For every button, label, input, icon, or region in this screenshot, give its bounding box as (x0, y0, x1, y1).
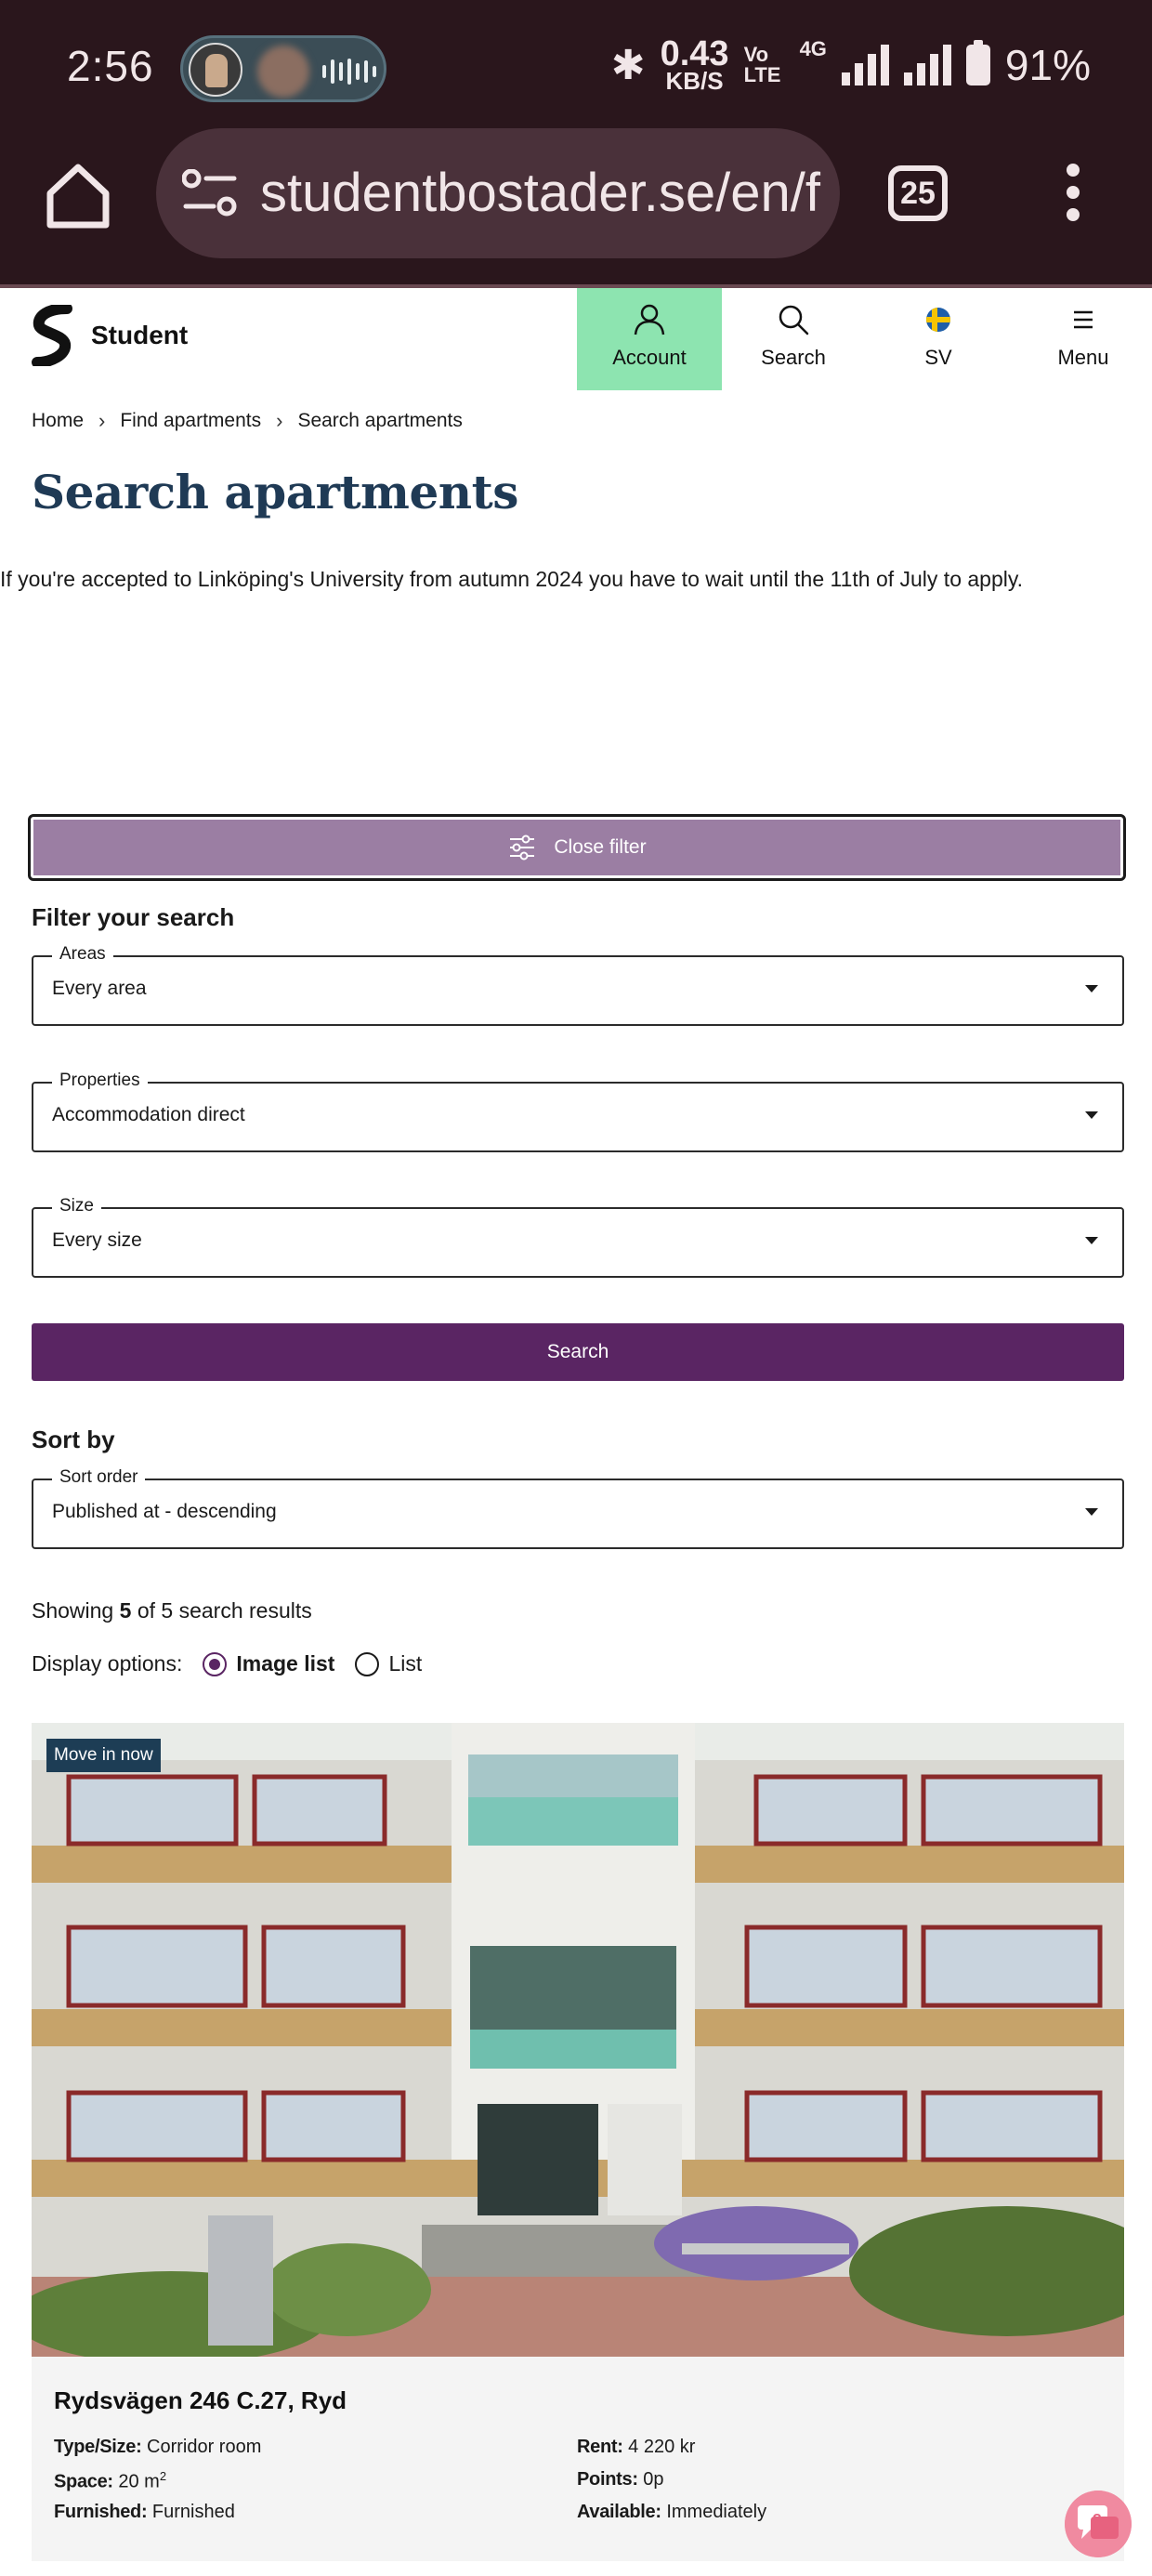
breadcrumb: Home › Find apartments › Search apartmen… (32, 409, 463, 433)
search-button[interactable]: Search (32, 1323, 1124, 1381)
caret-down-icon (1085, 1111, 1098, 1119)
media-avatar-secondary-icon (257, 46, 309, 98)
listing-title[interactable]: Rydsvägen 246 C.27, Ryd (54, 2386, 347, 2415)
detail-type: Type/Size: Corridor room (54, 2437, 262, 2457)
move-in-now-badge: Move in now (46, 1739, 161, 1772)
logo-mark-icon (32, 305, 72, 366)
areas-value: Every area (52, 978, 147, 999)
network-speed: 0.43 KB/S (660, 34, 729, 95)
sort-order-select[interactable]: Sort order Published at - descending (32, 1467, 1124, 1549)
nav-search-label: Search (761, 346, 826, 369)
tune-icon[interactable] (182, 169, 238, 217)
search-icon (779, 305, 809, 335)
url-text[interactable]: studentbostader.se/en/find-apartments (260, 164, 821, 223)
caret-down-icon (1085, 985, 1098, 992)
display-options: Display options: Image list List (32, 1651, 422, 1676)
detail-rent: Rent: 4 220 kr (577, 2437, 696, 2457)
caret-down-icon (1085, 1508, 1098, 1516)
tab-switcher-button[interactable]: 25 (888, 165, 948, 221)
radio-unselected-icon[interactable] (355, 1651, 380, 1676)
sort-heading: Sort by (32, 1426, 115, 1453)
battery-percent: 91% (1004, 41, 1091, 89)
detail-furnished: Furnished: Furnished (54, 2502, 235, 2522)
bluetooth-icon: ✱ (610, 42, 646, 88)
home-icon[interactable] (41, 158, 115, 232)
breadcrumb-find-apartments[interactable]: Find apartments (120, 410, 261, 432)
caret-down-icon (1085, 1237, 1098, 1244)
media-playback-pill[interactable] (180, 35, 386, 102)
hamburger-icon (1074, 310, 1093, 329)
listing-photo[interactable] (32, 1723, 1124, 2357)
sliders-icon (510, 835, 535, 861)
android-status-and-browser-bar: 2:56 ✱ 0.43 KB/S Vo LTE 4G 91% studentbo… (0, 0, 1152, 286)
battery-icon (965, 40, 990, 85)
volte-badge: Vo LTE (743, 43, 781, 86)
media-avatar-icon (189, 43, 242, 97)
radio-selected-icon[interactable] (203, 1651, 228, 1676)
application-notice: If you're accepted to Linköping's Univer… (0, 567, 1024, 591)
detail-available: Available: Immediately (577, 2502, 767, 2522)
site-logo[interactable]: Student (30, 305, 188, 366)
properties-value: Accommodation direct (52, 1104, 245, 1125)
nav-account-label: Account (612, 346, 687, 369)
properties-label: Properties (52, 1071, 148, 1091)
areas-label: Areas (52, 944, 113, 965)
sort-order-value: Published at - descending (52, 1501, 277, 1522)
size-label: Size (52, 1196, 101, 1216)
nav-menu-label: Menu (1057, 346, 1109, 369)
size-select[interactable]: Size Every size (32, 1196, 1124, 1278)
display-option-list[interactable]: List (355, 1651, 422, 1676)
display-option-image-list[interactable]: Image list (203, 1651, 334, 1676)
chevron-right-icon: › (276, 409, 283, 432)
page-title: Search apartments (32, 465, 518, 519)
status-time: 2:56 (67, 42, 154, 90)
site-header: Student Account Search SV Menu (0, 288, 1152, 390)
breadcrumb-current: Search apartments (297, 410, 463, 431)
svg-text:?: ? (1093, 2512, 1102, 2528)
display-options-label: Display options: (32, 1651, 183, 1676)
nav-account[interactable]: Account (577, 288, 722, 390)
detail-space: Space: 20 m2 (54, 2469, 167, 2492)
results-count: Showing 5 of 5 search results (32, 1598, 312, 1623)
properties-select[interactable]: Properties Accommodation direct (32, 1071, 1124, 1152)
address-bar[interactable]: studentbostader.se/en/find-apartments (156, 128, 840, 258)
nav-language[interactable]: SV (866, 288, 1011, 390)
sweden-flag-icon (926, 308, 950, 332)
signal-strength-icon (841, 45, 889, 85)
filter-heading: Filter your search (32, 903, 235, 931)
network-type-label: 4G (799, 37, 827, 60)
breadcrumb-home[interactable]: Home (32, 410, 84, 432)
audio-wave-icon (322, 59, 376, 85)
sort-order-label: Sort order (52, 1467, 146, 1488)
chevron-right-icon: › (98, 409, 106, 432)
more-options-icon[interactable] (1059, 164, 1087, 223)
system-status-icons: ✱ 0.43 KB/S Vo LTE 4G 91% (610, 34, 1091, 95)
chat-help-icon[interactable]: ? (1065, 2491, 1132, 2557)
logo-text: Student (91, 321, 189, 349)
detail-points: Points: 0p (577, 2469, 664, 2490)
close-filter-label: Close filter (554, 836, 647, 858)
nav-search[interactable]: Search (721, 288, 866, 390)
nav-language-label: SV (924, 346, 952, 369)
user-icon (634, 304, 665, 335)
listing-card[interactable]: Move in now Rydsvägen 246 C.27, Ryd Type… (32, 1723, 1124, 2561)
close-filter-button[interactable]: Close filter (28, 814, 1126, 881)
areas-select[interactable]: Areas Every area (32, 944, 1124, 1026)
signal-strength-2-icon (903, 45, 951, 85)
nav-menu[interactable]: Menu (1011, 288, 1152, 390)
size-value: Every size (52, 1229, 142, 1251)
